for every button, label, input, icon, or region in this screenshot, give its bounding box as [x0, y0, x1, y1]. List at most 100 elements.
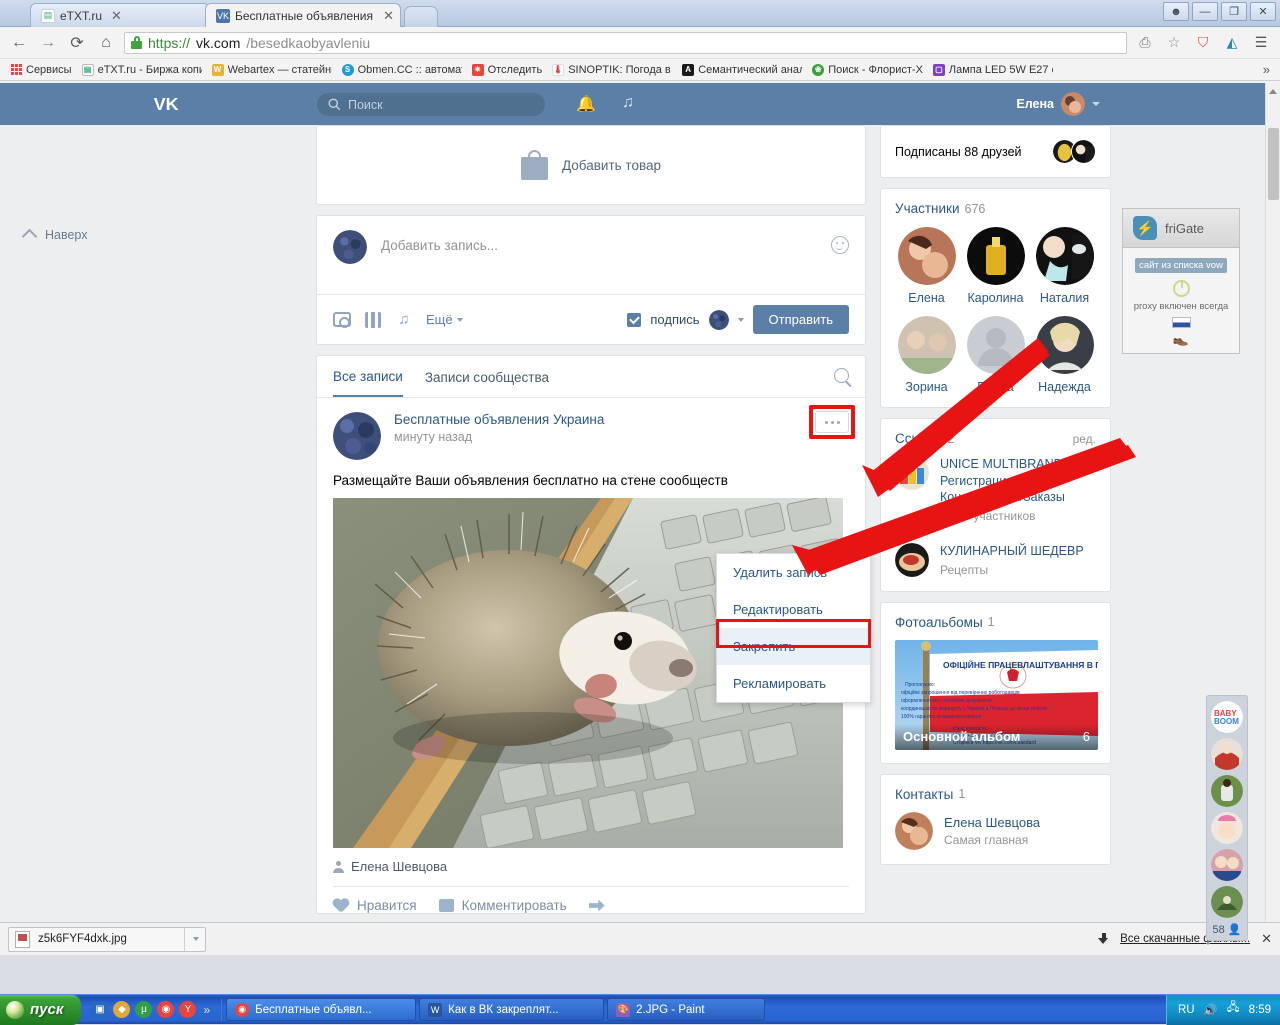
download-item[interactable]: z5k6FYF4dxk.jpg: [8, 927, 206, 952]
video-icon[interactable]: [364, 312, 382, 328]
bookmark-item[interactable]: ✷Отследить: [468, 62, 547, 78]
bookmark-item[interactable]: ▢Лампа LED 5W E27 свет: [929, 62, 1057, 78]
links-title[interactable]: Ссылки: [895, 431, 943, 446]
desktop-icon[interactable]: ▣: [91, 1001, 108, 1018]
close-shelf-icon[interactable]: ✕: [1261, 931, 1272, 947]
bookmark-item[interactable]: Сервисы: [6, 62, 76, 78]
yandex-icon[interactable]: Y: [179, 1001, 196, 1018]
post-signature-name[interactable]: Елена Шевцова: [351, 859, 447, 874]
tab-all-posts[interactable]: Все записи: [333, 356, 403, 397]
contact-item[interactable]: Елена Шевцова Самая главная: [881, 802, 1110, 864]
member-item[interactable]: Надежда: [1032, 316, 1097, 394]
adblock-icon[interactable]: ⛉: [1192, 32, 1214, 54]
boot-icon[interactable]: 👞: [1129, 331, 1233, 347]
menu-item-pin-post[interactable]: Закрепить: [717, 628, 870, 665]
send-post-button[interactable]: Отправить: [753, 305, 849, 334]
home-icon[interactable]: ⌂: [95, 32, 117, 54]
scrollbar-thumb[interactable]: [1268, 128, 1279, 200]
chrome-icon[interactable]: ◉: [157, 1001, 174, 1018]
back-icon[interactable]: ←: [8, 32, 30, 54]
links-edit-button[interactable]: ред.: [1073, 432, 1096, 446]
member-item[interactable]: Зорина: [894, 316, 959, 394]
browser-tab-1[interactable]: ▤ eTXT.ru ✕: [30, 3, 210, 27]
star-icon[interactable]: ☆: [1163, 32, 1185, 54]
chevron-down-icon[interactable]: [738, 318, 744, 322]
bookmark-item[interactable]: AСемантический анализ: [678, 62, 806, 78]
forward-icon[interactable]: →: [37, 32, 59, 54]
start-button[interactable]: пуск: [0, 995, 81, 1025]
power-icon[interactable]: [1173, 280, 1190, 297]
post-author-link[interactable]: Бесплатные объявления Украина: [394, 412, 604, 427]
profile-icon[interactable]: ☻: [1163, 2, 1189, 21]
download-item-menu[interactable]: [184, 928, 199, 951]
contacts-title[interactable]: Контакты: [895, 787, 953, 802]
user-menu[interactable]: Елена: [1016, 92, 1100, 116]
avatar[interactable]: [1211, 886, 1243, 918]
comment-button[interactable]: Комментировать: [439, 898, 567, 913]
taskbar-window-word[interactable]: W Как в ВК закреплят...: [419, 998, 604, 1021]
smiley-icon[interactable]: [831, 236, 849, 254]
subscribed-friends-card[interactable]: Подписаны 88 друзей: [880, 125, 1111, 178]
photo-icon[interactable]: [333, 312, 351, 328]
network-icon[interactable]: 🖧: [1226, 1002, 1241, 1017]
bell-icon[interactable]: 🔔: [576, 94, 596, 114]
quick-launch-overflow-icon[interactable]: »: [203, 1003, 210, 1017]
avatar[interactable]: [1211, 849, 1243, 881]
taskbar-window-chrome[interactable]: ◉ Бесплатные объявл...: [226, 998, 416, 1021]
close-icon[interactable]: ✕: [383, 9, 394, 22]
menu-item-promote-post[interactable]: Рекламировать: [717, 665, 870, 702]
maximize-button[interactable]: ❐: [1221, 2, 1247, 21]
member-item[interactable]: Елена: [963, 316, 1028, 394]
link-item[interactable]: КУЛИНАРНЫЙ ШЕДЕВР Рецепты: [881, 533, 1110, 591]
scroll-to-top-link[interactable]: Наверх: [24, 227, 88, 242]
minimize-button[interactable]: —: [1192, 2, 1218, 21]
amule-icon[interactable]: ◆: [113, 1001, 130, 1018]
bookmark-item[interactable]: ▤eTXT.ru - Биржа копир: [78, 62, 206, 78]
widget-count[interactable]: 58 👤: [1207, 923, 1247, 938]
link-item[interactable]: UNICE MULTIBRAND/ Регистрация/ Консульта…: [881, 446, 1110, 533]
widget-brand-avatar[interactable]: BABY BOOM: [1211, 701, 1243, 733]
share-icon[interactable]: [589, 900, 605, 912]
menu-icon[interactable]: ☰: [1250, 32, 1272, 54]
clock[interactable]: 8:59: [1249, 1004, 1271, 1016]
page-scrollbar[interactable]: [1265, 83, 1280, 955]
search-icon[interactable]: [834, 368, 849, 383]
bookmark-item[interactable]: ❀Поиск - Флорист-X: [808, 62, 927, 78]
search-input[interactable]: Поиск: [317, 93, 545, 116]
post-more-button[interactable]: [815, 411, 849, 433]
volume-icon[interactable]: 🔊: [1203, 1002, 1218, 1017]
bookmarks-overflow-button[interactable]: »: [1263, 62, 1274, 77]
bookmark-item[interactable]: SObmen.CC :: автомати: [338, 62, 466, 78]
vk-logo[interactable]: VK: [152, 93, 186, 115]
frigate-header[interactable]: ⚡ friGate: [1123, 209, 1239, 248]
new-tab-button[interactable]: [404, 6, 438, 27]
taskbar-window-paint[interactable]: 🎨 2.JPG - Paint: [607, 998, 765, 1021]
add-product-card[interactable]: Добавить товар: [316, 125, 866, 205]
more-attach-button[interactable]: Ещё: [426, 312, 463, 327]
tab-community-posts[interactable]: Записи сообщества: [425, 357, 549, 396]
language-indicator[interactable]: RU: [1178, 1004, 1195, 1016]
reload-icon[interactable]: ⟳: [66, 32, 88, 54]
music-icon[interactable]: ♫: [622, 94, 634, 112]
menu-item-edit-post[interactable]: Редактировать: [717, 591, 870, 628]
avatar[interactable]: [1211, 775, 1243, 807]
members-title[interactable]: Участники: [895, 201, 960, 216]
signature-checkbox[interactable]: [627, 313, 641, 327]
avatar[interactable]: [333, 412, 381, 460]
bookmark-item[interactable]: 🌡SINOPTIK: Погода в Н: [548, 62, 676, 78]
album-thumbnail[interactable]: ОФІЦІЙНЕ ПРАЦЕВЛАШТУВАННЯ В ПОЛЬЩІ Пропо…: [895, 640, 1098, 750]
composer-placeholder[interactable]: Добавить запись...: [381, 230, 817, 253]
browser-tab-2[interactable]: VK Бесплатные объявления У ✕: [205, 3, 401, 27]
music-icon[interactable]: ♫: [395, 312, 413, 328]
member-item[interactable]: Каролина: [963, 227, 1028, 305]
address-bar[interactable]: https://vk.com/besedkaobyavleniu: [124, 32, 1127, 54]
print-icon[interactable]: ⎙: [1134, 32, 1156, 54]
menu-item-delete-post[interactable]: Удалить запись: [717, 554, 870, 591]
like-button[interactable]: Нравится: [333, 898, 417, 913]
avatar[interactable]: [1211, 738, 1243, 770]
scroll-up-arrow[interactable]: [1269, 89, 1277, 94]
member-item[interactable]: Елена: [894, 227, 959, 305]
close-icon[interactable]: ✕: [111, 9, 122, 22]
utorrent-icon[interactable]: μ: [135, 1001, 152, 1018]
albums-title[interactable]: Фотоальбомы: [895, 615, 983, 630]
